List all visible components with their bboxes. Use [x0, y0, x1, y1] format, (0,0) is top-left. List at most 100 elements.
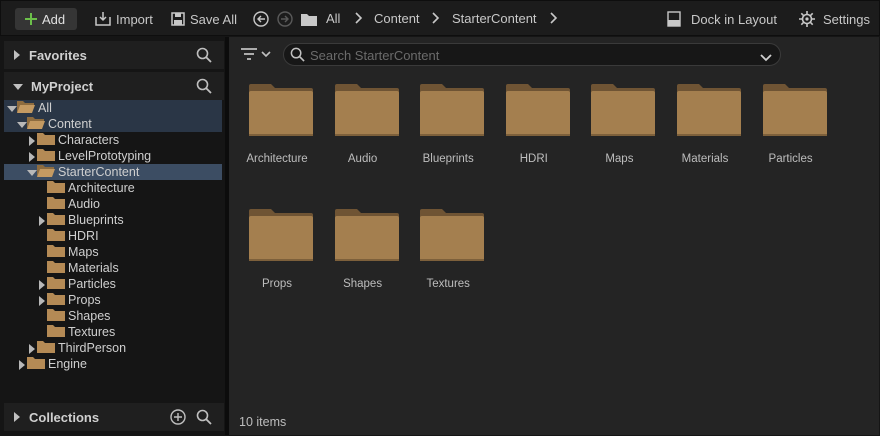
- settings-label: Settings: [823, 11, 870, 27]
- tree-item-materials[interactable]: Materials: [4, 260, 222, 276]
- tree-item-engine[interactable]: Engine: [4, 356, 222, 372]
- folder-tile-architecture[interactable]: Architecture: [237, 84, 317, 194]
- tree-item-props[interactable]: Props: [4, 292, 222, 308]
- back-button[interactable]: [253, 8, 269, 30]
- breadcrumb-startercontent[interactable]: StarterContent: [452, 8, 537, 30]
- import-icon: [95, 12, 111, 26]
- folder-tile-blueprints[interactable]: Blueprints: [408, 84, 488, 194]
- folder-tile-materials[interactable]: Materials: [665, 84, 745, 194]
- tree-item-shapes[interactable]: Shapes: [4, 308, 222, 324]
- search-icon[interactable]: [196, 47, 212, 66]
- tree-item-characters[interactable]: Characters: [4, 132, 222, 148]
- tree-item-label: Architecture: [68, 181, 135, 195]
- add-collection-icon[interactable]: [170, 409, 186, 428]
- folder-tile-shapes[interactable]: Shapes: [323, 209, 403, 319]
- folder-tile-particles[interactable]: Particles: [751, 84, 831, 194]
- caret-down-icon[interactable]: [7, 103, 17, 113]
- caret-right-icon[interactable]: [27, 343, 37, 354]
- import-button-label: Import: [116, 11, 153, 27]
- folder-open-icon: [37, 164, 55, 180]
- folder-icon: [47, 180, 65, 196]
- caret-right-icon[interactable]: [37, 295, 47, 306]
- tree-item-label: Materials: [68, 261, 119, 275]
- caret-right-icon[interactable]: [27, 151, 37, 162]
- plus-icon: [25, 13, 37, 25]
- caret-right-icon[interactable]: [37, 279, 47, 290]
- folder-tile-audio[interactable]: Audio: [323, 84, 403, 194]
- tree-item-textures[interactable]: Textures: [4, 324, 222, 340]
- tree-item-levelprototyping[interactable]: LevelPrototyping: [4, 148, 222, 164]
- import-button[interactable]: Import: [95, 8, 153, 30]
- chevron-right-icon: [432, 12, 440, 27]
- myproject-header[interactable]: MyProject: [4, 72, 224, 100]
- tree-item-blueprints[interactable]: Blueprints: [4, 212, 222, 228]
- caret-right-icon: [13, 410, 21, 425]
- folder-tile-hdri[interactable]: HDRI: [494, 84, 574, 194]
- folder-open-icon: [17, 100, 35, 116]
- folder-tree: All Content Characters LevelPrototyping Star…: [4, 100, 224, 400]
- caret-right-icon[interactable]: [27, 135, 37, 146]
- tree-item-maps[interactable]: Maps: [4, 244, 222, 260]
- item-count: 10 items: [239, 415, 287, 429]
- tree-item-architecture[interactable]: Architecture: [4, 180, 222, 196]
- collections-label: Collections: [29, 409, 100, 425]
- search-icon[interactable]: [196, 409, 212, 428]
- tree-item-label: Engine: [48, 357, 87, 371]
- search-icon: [290, 47, 305, 65]
- caret-down-icon[interactable]: [17, 119, 27, 129]
- caret-down-icon[interactable]: [27, 167, 37, 177]
- folder-icon: [47, 308, 65, 324]
- forward-button[interactable]: [277, 8, 293, 30]
- breadcrumb-all[interactable]: All: [326, 8, 340, 30]
- path-folder-icon: [301, 8, 317, 30]
- chevron-down-icon[interactable]: [760, 50, 772, 65]
- caret-right-icon[interactable]: [17, 359, 27, 370]
- tree-item-audio[interactable]: Audio: [4, 196, 222, 212]
- forward-arrow-icon: [277, 11, 293, 27]
- dock-layout-icon: [667, 11, 681, 27]
- tree-item-label: LevelPrototyping: [58, 149, 152, 163]
- collections-header[interactable]: Collections: [4, 403, 224, 431]
- chevron-right-icon[interactable]: [550, 12, 558, 27]
- tree-item-content[interactable]: Content: [4, 116, 222, 132]
- add-button-label: Add: [42, 11, 66, 27]
- search-bar[interactable]: Search StarterContent: [283, 43, 781, 66]
- folder-tile-maps[interactable]: Maps: [579, 84, 659, 194]
- folder-tile-label: Textures: [426, 278, 470, 290]
- folder-tile-label: Shapes: [343, 278, 383, 290]
- tree-item-label: Characters: [58, 133, 120, 147]
- save-all-button[interactable]: Save All: [171, 8, 237, 30]
- myproject-label: MyProject: [31, 78, 94, 94]
- tree-item-hdri[interactable]: HDRI: [4, 228, 222, 244]
- settings-button[interactable]: Settings: [799, 8, 870, 30]
- filter-button[interactable]: [241, 47, 271, 64]
- folder-icon: [37, 340, 55, 356]
- tree-item-thirdperson[interactable]: ThirdPerson: [4, 340, 222, 356]
- folder-tile-props[interactable]: Props: [237, 209, 317, 319]
- tree-item-label: Content: [48, 117, 92, 131]
- favorites-header[interactable]: Favorites: [4, 41, 224, 69]
- tree-item-startercontent[interactable]: StarterContent: [4, 164, 222, 180]
- folder-tile-label: Materials: [681, 153, 729, 165]
- folder-tile-label: Audio: [347, 153, 378, 165]
- tree-item-label: Props: [68, 293, 101, 307]
- folder-icon: [47, 260, 65, 276]
- folder-icon: [47, 276, 65, 292]
- folder-icon: [47, 324, 65, 340]
- search-icon[interactable]: [196, 78, 212, 97]
- dock-in-layout-button[interactable]: Dock in Layout: [667, 8, 777, 30]
- folder-tile-textures[interactable]: Textures: [408, 209, 488, 319]
- tree-item-particles[interactable]: Particles: [4, 276, 222, 292]
- breadcrumb-content[interactable]: Content: [374, 8, 420, 30]
- add-button[interactable]: Add: [15, 8, 77, 30]
- tree-item-label: Maps: [68, 245, 99, 259]
- tree-item-all[interactable]: All: [4, 100, 222, 116]
- search-input[interactable]: Search StarterContent: [310, 48, 439, 63]
- folder-icon: [37, 148, 55, 164]
- caret-right-icon[interactable]: [37, 215, 47, 226]
